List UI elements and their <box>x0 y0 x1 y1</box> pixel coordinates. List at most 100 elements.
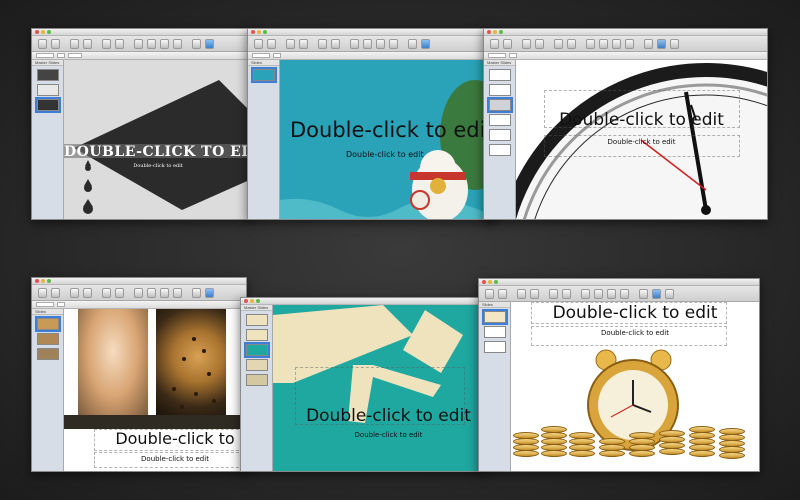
size-field[interactable] <box>57 302 65 307</box>
keynote-window-2[interactable]: Slides Double-click to edit Double-click… <box>247 28 497 220</box>
slide-thumbnail[interactable] <box>36 333 59 345</box>
masters-icon[interactable] <box>115 287 124 298</box>
new-slide-icon[interactable] <box>485 288 494 299</box>
new-slide-icon[interactable] <box>38 38 47 49</box>
text-box-icon[interactable] <box>581 288 590 299</box>
slide-canvas[interactable]: Double-click to edit Double-click to edi… <box>511 302 759 471</box>
title-placeholder[interactable]: Double-click to <box>104 429 246 448</box>
table-icon[interactable] <box>160 38 169 49</box>
shapes-icon[interactable] <box>147 38 156 49</box>
font-field[interactable] <box>252 53 270 58</box>
shapes-icon[interactable] <box>594 288 603 299</box>
text-box-icon[interactable] <box>134 38 143 49</box>
guides-icon[interactable] <box>535 38 544 49</box>
slide-thumbnail[interactable] <box>250 67 277 83</box>
font-field[interactable] <box>36 302 54 307</box>
share-icon[interactable] <box>670 38 679 49</box>
slide-thumbnail[interactable] <box>36 69 59 81</box>
slide-thumbnail[interactable] <box>245 374 268 386</box>
table-icon[interactable] <box>612 38 621 49</box>
masters-icon[interactable] <box>567 38 576 49</box>
title-placeholder[interactable]: Double-click to edit <box>293 406 484 426</box>
title-placeholder[interactable]: Double-click to edit <box>516 110 767 130</box>
title-bar[interactable] <box>479 279 759 286</box>
media-icon[interactable] <box>652 288 661 299</box>
new-slide-icon[interactable] <box>490 38 499 49</box>
new-slide-icon[interactable] <box>254 38 263 49</box>
slide-thumbnail[interactable] <box>245 359 268 371</box>
keynote-window-6[interactable]: Slides Double-click to edit Double-click… <box>478 278 760 472</box>
slide-navigator[interactable]: Slides <box>248 60 280 219</box>
title-placeholder[interactable]: Double-click to edit <box>280 118 496 142</box>
chart-icon[interactable] <box>620 288 629 299</box>
keynote-window-5[interactable]: Master Slides Double-click to edit Doubl… <box>240 297 485 472</box>
slide-thumbnail[interactable] <box>483 341 506 353</box>
size-field[interactable] <box>57 53 65 58</box>
new-slide-icon[interactable] <box>38 287 47 298</box>
themes-icon[interactable] <box>102 287 111 298</box>
slide-navigator[interactable]: Master Slides <box>241 305 273 471</box>
inspector-icon[interactable] <box>408 38 417 49</box>
inspector-icon[interactable] <box>644 38 653 49</box>
slide-thumbnail[interactable] <box>481 309 508 325</box>
chart-icon[interactable] <box>173 38 182 49</box>
shapes-icon[interactable] <box>363 38 372 49</box>
masters-icon[interactable] <box>115 38 124 49</box>
slide-navigator[interactable]: Slides <box>479 302 511 471</box>
keynote-window-3[interactable]: Master Slides Double-click to edit Doubl… <box>483 28 768 220</box>
slide-thumbnail[interactable] <box>488 144 511 156</box>
slide-canvas[interactable]: DOUBLE-CLICK TO EDIT Double-click to edi… <box>64 60 252 219</box>
subtitle-placeholder[interactable]: Double-click to edit <box>104 455 246 463</box>
shapes-icon[interactable] <box>147 287 156 298</box>
subtitle-placeholder[interactable]: Double-click to edit <box>516 138 767 146</box>
subtitle-placeholder[interactable]: Double-click to edit <box>293 431 484 439</box>
style-field[interactable] <box>68 53 82 58</box>
slide-thumbnail[interactable] <box>245 314 268 326</box>
title-bar[interactable] <box>32 278 246 285</box>
keynote-window-1[interactable]: Master Slides DOUBLE-CLICK TO EDIT Doubl… <box>31 28 253 220</box>
slide-navigator[interactable]: Master Slides <box>484 60 516 219</box>
slide-thumbnail[interactable] <box>488 69 511 81</box>
themes-icon[interactable] <box>554 38 563 49</box>
slide-canvas[interactable]: Double-click to edit Double-click to edi… <box>273 305 484 471</box>
slide-thumbnail[interactable] <box>36 84 59 96</box>
slide-thumbnail[interactable] <box>488 114 511 126</box>
view-icon[interactable] <box>286 38 295 49</box>
guides-icon[interactable] <box>530 288 539 299</box>
play-icon[interactable] <box>503 38 512 49</box>
slide-thumbnail[interactable] <box>245 329 268 341</box>
guides-icon[interactable] <box>299 38 308 49</box>
slide-thumbnail[interactable] <box>483 326 506 338</box>
themes-icon[interactable] <box>102 38 111 49</box>
shapes-icon[interactable] <box>599 38 608 49</box>
table-icon[interactable] <box>160 287 169 298</box>
slide-thumbnail[interactable] <box>486 97 513 113</box>
slide-thumbnail[interactable] <box>243 342 270 358</box>
title-placeholder[interactable]: DOUBLE-CLICK TO EDIT <box>64 144 252 160</box>
masters-icon[interactable] <box>331 38 340 49</box>
inspector-icon[interactable] <box>192 38 201 49</box>
chart-icon[interactable] <box>389 38 398 49</box>
slide-navigator[interactable]: Master Slides <box>32 60 64 219</box>
play-icon[interactable] <box>51 287 60 298</box>
size-field[interactable] <box>273 53 281 58</box>
table-icon[interactable] <box>376 38 385 49</box>
slide-thumbnail[interactable] <box>34 97 61 113</box>
inspector-icon[interactable] <box>639 288 648 299</box>
inspector-icon[interactable] <box>192 287 201 298</box>
view-icon[interactable] <box>517 288 526 299</box>
slide-thumbnail[interactable] <box>34 316 61 332</box>
font-field[interactable] <box>36 53 54 58</box>
play-icon[interactable] <box>498 288 507 299</box>
media-icon[interactable] <box>205 287 214 298</box>
media-icon[interactable] <box>205 38 214 49</box>
chart-icon[interactable] <box>173 287 182 298</box>
slide-thumbnail[interactable] <box>36 348 59 360</box>
slide-navigator[interactable]: Slides <box>32 309 64 471</box>
chart-icon[interactable] <box>625 38 634 49</box>
themes-icon[interactable] <box>549 288 558 299</box>
share-icon[interactable] <box>665 288 674 299</box>
subtitle-placeholder[interactable]: Double-click to edit <box>280 150 496 159</box>
title-bar[interactable] <box>241 298 484 305</box>
play-icon[interactable] <box>267 38 276 49</box>
